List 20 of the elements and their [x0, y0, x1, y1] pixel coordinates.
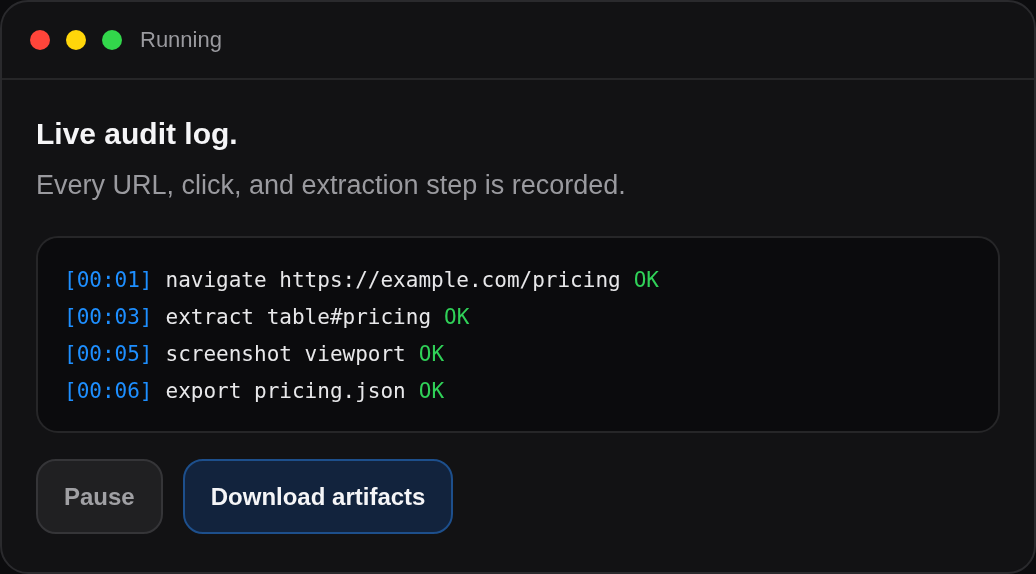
log-timestamp: [00:05] — [64, 341, 153, 368]
log-result: OK — [418, 378, 445, 405]
window-title: Running — [140, 27, 222, 53]
log-action: export pricing.json — [165, 378, 406, 405]
log-result: OK — [418, 341, 445, 368]
log-action: extract table#pricing — [165, 304, 432, 331]
log-action: navigate https://example.com/pricing — [165, 267, 621, 294]
close-button[interactable] — [30, 30, 50, 50]
zoom-button[interactable] — [102, 30, 122, 50]
heading: Live audit log. — [36, 116, 239, 152]
log-timestamp: [00:01] — [64, 267, 153, 294]
log-timestamp: [00:06] — [64, 378, 153, 405]
log-timestamp: [00:03] — [64, 304, 153, 331]
log-result: OK — [444, 304, 470, 331]
subtitle: Every URL, click, and extraction step is recorded. — [36, 169, 627, 202]
pause-button[interactable]: Pause — [36, 459, 163, 534]
log-action: screenshot viewport — [165, 341, 406, 368]
download-button[interactable]: Download artifacts — [182, 459, 454, 534]
log-result: OK — [633, 267, 659, 294]
minimize-button[interactable] — [66, 30, 86, 50]
